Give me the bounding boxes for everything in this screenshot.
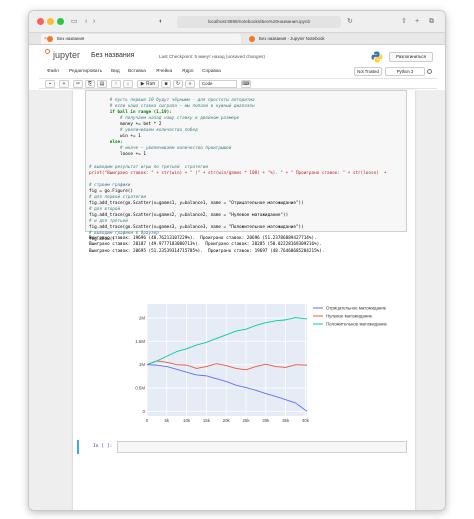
jupyter-favicon-icon [249,36,255,42]
code-line: print("Выиграно ставок: " + str(win) + "… [89,170,387,176]
stop-icon[interactable]: ■ [161,80,171,88]
output-line: Выиграно ставок: 20187 (49.9777183080713… [89,242,322,248]
move-up-icon[interactable]: ↑ [111,80,121,88]
notebook-toolbar: ▪ + ✂ ⎘ ▤ ↑ ↓ ▶ Run ■ ↻ » Code ⌨ [39,78,437,89]
input-cell[interactable]: In [ ]: [73,440,415,456]
x-tick-label: 30k [262,418,270,423]
menu-cell[interactable]: Ячейка [156,67,172,77]
y-tick-label: 2M [139,316,145,321]
x-tick-label: 35k [282,418,290,423]
tab-label: Без названия [57,36,85,41]
menu-edit[interactable]: Редактировать [69,67,102,77]
notebook-title[interactable]: Без названия [91,52,134,59]
paste-icon[interactable]: ▤ [97,80,107,88]
cell-selection-bar [77,440,79,454]
menu-insert[interactable]: Вставка [128,67,146,77]
legend-label: Отрицательное матожидание [326,306,387,311]
shield-icon[interactable]: ◐ [159,17,163,26]
save-icon[interactable]: ▪ [45,80,55,88]
restart-icon[interactable]: ↻ [173,80,183,88]
browser-window: ▭ ‹ › ◐ localhost:8888/notebooks/Без%20н… [28,10,446,511]
y-tick-label: 0 [143,409,146,414]
x-tick-label: 20k [223,418,231,423]
tab-notebook[interactable]: × Без названия [41,34,241,44]
close-window-button[interactable] [37,18,44,25]
jupyter-header: jupyter Без названия Last Checkpoint: 5 … [29,45,445,67]
jupyter-logo[interactable]: jupyter [53,50,80,60]
command-palette-icon[interactable]: ⌨ [241,80,251,88]
reload-icon[interactable]: ↻ [347,17,353,26]
menu-view[interactable]: Вид [111,67,120,77]
notebook-area: # пусть первые 10 будут чёрными - для пр… [29,90,445,510]
move-down-icon[interactable]: ↓ [123,80,133,88]
tab-label: Без названия - Jupyter Notebook [259,36,325,41]
cell-output-text: Выиграно ставок: 19696 (48.76213107229%)… [89,236,324,255]
cell-type-select[interactable]: Code [199,80,237,88]
browser-titlebar: ▭ ‹ › ◐ localhost:8888/notebooks/Без%20н… [29,11,445,33]
jupyter-favicon-icon [47,36,53,42]
code-cell[interactable]: # пусть первые 10 будут чёрными - для пр… [85,90,407,242]
menu-kernel[interactable]: Ядро [182,67,194,77]
code-editor[interactable]: # пусть первые 10 будут чёрными - для пр… [86,91,406,243]
run-button[interactable]: ▶ Run [137,80,159,88]
logout-button[interactable]: Разлогиниться [389,52,433,62]
x-tick-label: 40k [302,418,310,423]
play-icon: ▶ [140,81,145,87]
address-bar[interactable]: localhost:8888/notebooks/Без%20названия.… [177,16,341,28]
x-tick-label: 25k [242,418,250,423]
minimize-window-button[interactable] [47,18,54,25]
tab-notebook-2[interactable]: Без названия - Jupyter Notebook [243,34,443,44]
y-tick-label: 1.5M [135,339,145,344]
x-tick-label: 5k [164,418,169,423]
kernel-indicator[interactable]: Python 3 [385,67,425,76]
maximize-window-button[interactable] [57,18,64,25]
x-tick-label: 15k [203,418,211,423]
cell-type-value: Code [202,81,213,86]
back-icon[interactable]: ‹ [85,17,87,26]
plotly-chart[interactable]: 0 0.5M 1M 1.5M 2M 0 5k 10k 15k 20k 25k 30k 35k 40k Отр… [113,296,413,428]
y-tick-label: 0.5M [135,386,145,391]
cut-icon[interactable]: ✂ [73,80,83,88]
jupyter-logo-icon [45,49,50,54]
trusted-indicator[interactable]: Not Trusted [354,67,382,76]
checkpoint-status: Last Checkpoint: 5 минут назад (unsaved … [159,54,265,59]
share-icon[interactable]: ⇧ [401,17,407,26]
output-line: Выиграно ставок: 20695 (51.2353931471578… [89,248,325,254]
kernel-status-icon [427,69,432,74]
notebook-page: # пусть первые 10 будут чёрными - для пр… [73,90,415,510]
new-tab-icon[interactable]: + [415,17,419,26]
forward-icon[interactable]: › [93,17,95,26]
python-logo-icon [371,51,383,63]
input-prompt: In [ ]: [93,444,113,449]
copy-icon[interactable]: ⎘ [85,80,95,88]
menu-file[interactable]: Файл [47,67,59,77]
x-tick-label: 0 [146,418,149,423]
tab-bar: × Без названия Без названия - Jupyter No… [29,33,445,45]
sidebar-icon[interactable]: ▭ [71,17,78,26]
input-cell-editor[interactable] [117,441,407,453]
legend-label: Нулевое матожидание [326,314,373,319]
tab-overview-icon[interactable]: ⧉ [429,17,434,26]
y-tick-label: 1M [139,362,145,367]
menu-help[interactable]: Справка [202,67,221,77]
restart-run-icon[interactable]: » [185,80,195,88]
insert-cell-icon[interactable]: + [59,80,69,88]
x-tick-label: 10k [183,418,191,423]
legend-label: Положительное матожидание [326,322,388,327]
run-label: Run [146,81,156,87]
